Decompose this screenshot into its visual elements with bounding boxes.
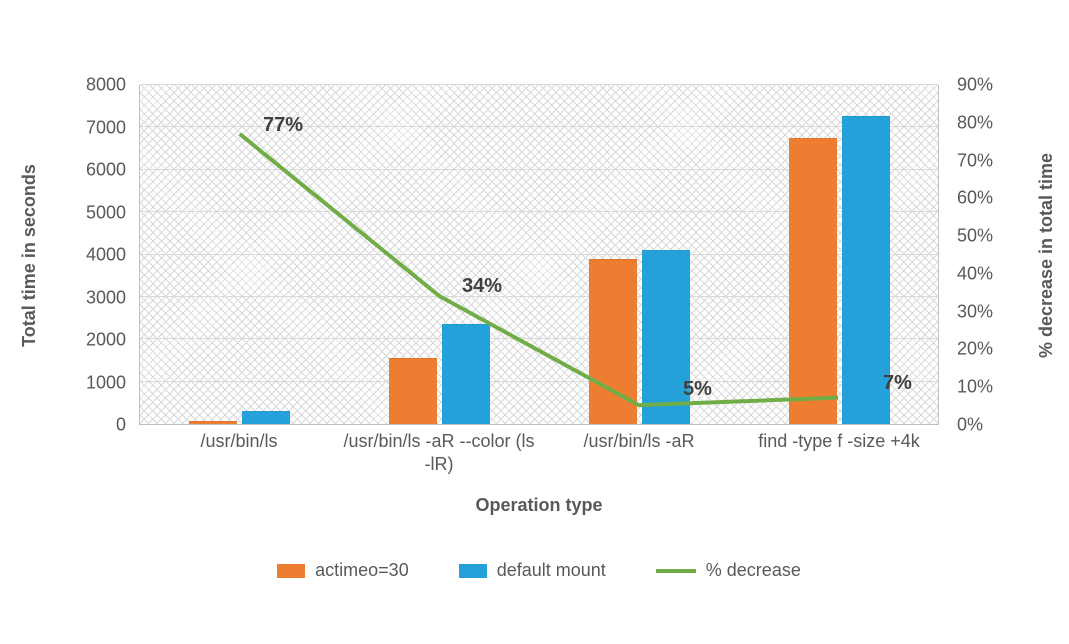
line-data-label: 77%: [263, 114, 303, 137]
y2-tick: 70%: [957, 150, 993, 171]
y2-tick: 90%: [957, 75, 993, 96]
y2-tick: 30%: [957, 301, 993, 322]
legend-label: default mount: [497, 560, 606, 581]
y-tick: 7000: [86, 117, 126, 138]
swatch-icon: [459, 564, 487, 578]
x-tick: /usr/bin/ls -aR: [539, 430, 739, 453]
legend-item-percent: % decrease: [656, 560, 801, 581]
y-tick: 5000: [86, 202, 126, 223]
legend-item-default: default mount: [459, 560, 606, 581]
percent-decrease-line: [140, 85, 938, 424]
y2-tick: 40%: [957, 263, 993, 284]
y-tick: 8000: [86, 75, 126, 96]
line-swatch-icon: [656, 569, 696, 573]
y2-tick: 10%: [957, 377, 993, 398]
line-data-label: 5%: [683, 378, 712, 401]
y-tick: 1000: [86, 372, 126, 393]
y-tick: 4000: [86, 245, 126, 266]
y-axis-left: 0 1000 2000 3000 4000 5000 6000 7000 800…: [30, 85, 134, 425]
y-tick: 3000: [86, 287, 126, 308]
line-data-label: 7%: [883, 372, 912, 395]
legend-label: actimeo=30: [315, 560, 409, 581]
legend: actimeo=30 default mount % decrease: [139, 560, 939, 581]
legend-item-actimeo: actimeo=30: [277, 560, 409, 581]
legend-label: % decrease: [706, 560, 801, 581]
combo-chart: Total time in seconds % decrease in tota…: [30, 50, 1039, 620]
y-tick: 6000: [86, 160, 126, 181]
y-tick: 0: [116, 415, 126, 436]
x-tick: /usr/bin/ls: [139, 430, 339, 453]
y2-tick: 0%: [957, 415, 983, 436]
x-axis-title: Operation type: [139, 495, 939, 516]
y-axis-right-title: % decrease in total time: [1036, 153, 1057, 358]
y2-tick: 20%: [957, 339, 993, 360]
plot-area: 77% 34% 5% 7%: [139, 85, 939, 425]
line-data-label: 34%: [462, 275, 502, 298]
y2-tick: 80%: [957, 112, 993, 133]
y2-tick: 60%: [957, 188, 993, 209]
swatch-icon: [277, 564, 305, 578]
y-tick: 2000: [86, 330, 126, 351]
y-axis-right: 0% 10% 20% 30% 40% 50% 60% 70% 80% 90%: [949, 85, 1039, 425]
x-tick: /usr/bin/ls -aR --color (ls -lR): [339, 430, 539, 477]
x-tick: find -type f -size +4k: [739, 430, 939, 453]
y2-tick: 50%: [957, 226, 993, 247]
